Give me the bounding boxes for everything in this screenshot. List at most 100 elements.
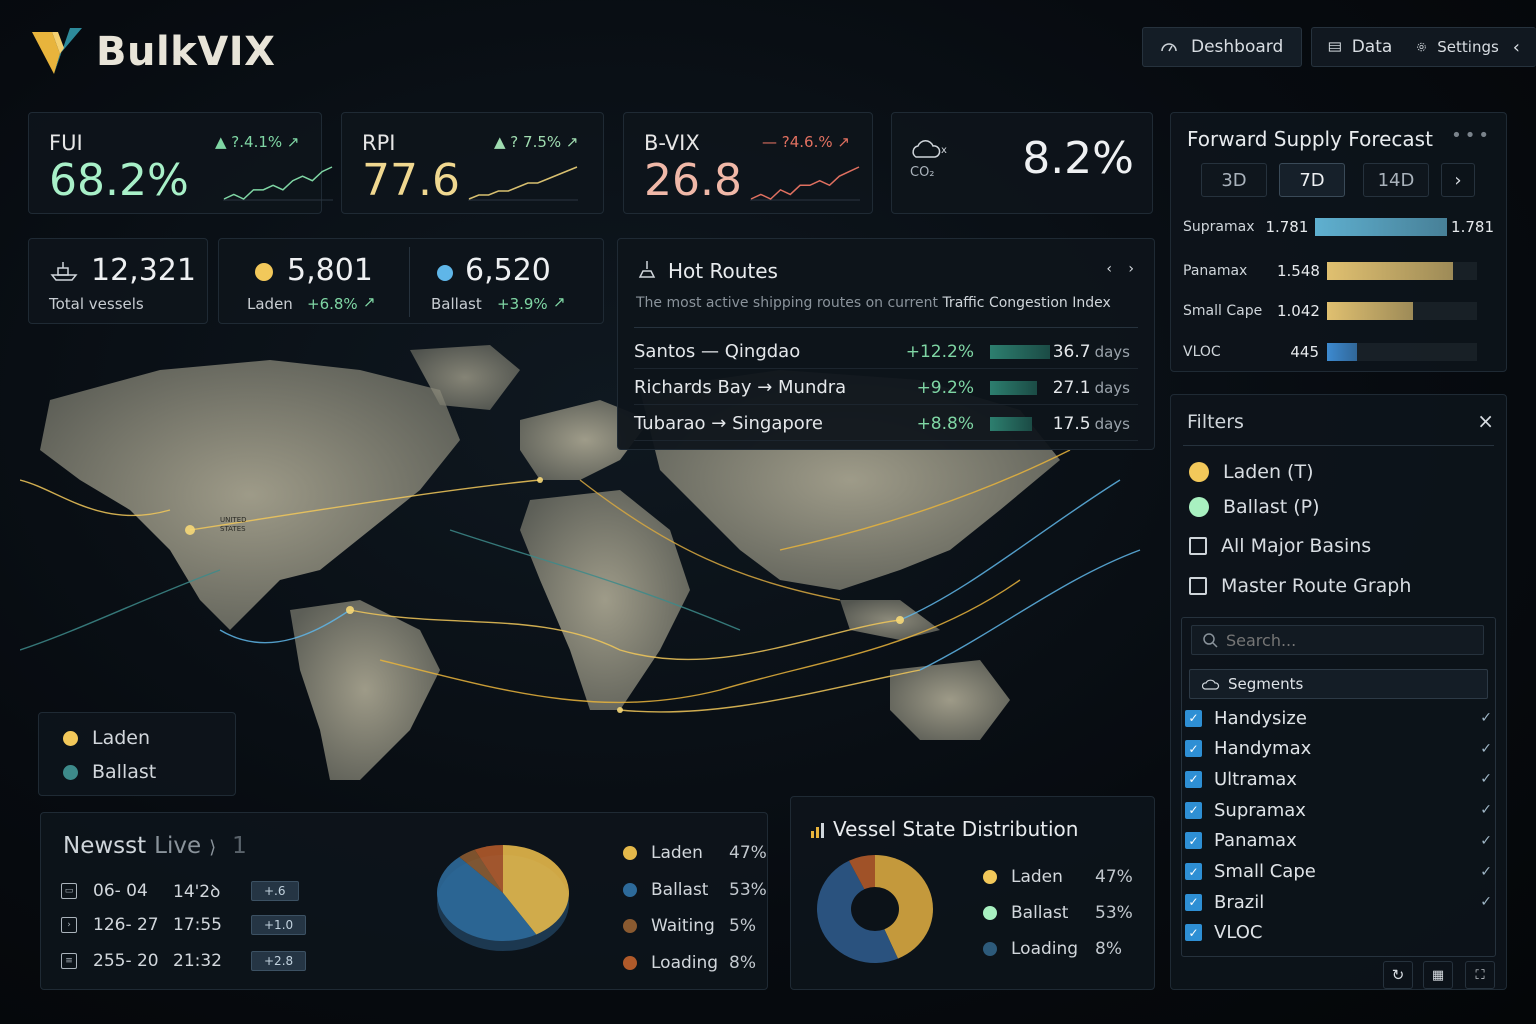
checkbox[interactable] xyxy=(1189,537,1207,555)
tab-7d[interactable]: 7D xyxy=(1279,163,1345,197)
segment-item[interactable]: ✓ Small Cape ✓ xyxy=(1185,859,1492,885)
segment-item[interactable]: ✓ Handymax ✓ xyxy=(1185,736,1492,762)
sparkline-line xyxy=(223,166,333,200)
metric-card-fui[interactable]: FUI 68.2% ▲ ?.4.1% ↗ xyxy=(28,112,333,214)
route-change: +9.2% xyxy=(916,377,974,398)
nav-dashboard-button[interactable]: Deshboard xyxy=(1142,27,1302,67)
segment-checkbox[interactable]: ✓ xyxy=(1185,832,1202,850)
forecast-value: 1.781 xyxy=(1265,218,1309,236)
total-vessels-value: 12,321 xyxy=(91,253,196,288)
news-item-icon: ≡ xyxy=(61,953,77,969)
news-date: 126- 27 xyxy=(93,915,159,935)
donut-legend-item[interactable]: Laden 47% xyxy=(983,867,1133,887)
route-row[interactable]: Santos — Qingdao +12.2% 36.7 days xyxy=(634,335,1138,369)
legend-pct: 47% xyxy=(1095,867,1133,887)
news-badge: +.6 xyxy=(251,880,299,901)
filter-master-route-graph[interactable]: Master Route Graph xyxy=(1189,575,1411,597)
metric-card-co2[interactable]: x CO₂ 8.2% xyxy=(891,112,1153,214)
nav-settings-label[interactable]: Settings xyxy=(1437,38,1499,56)
forecast-row[interactable]: VLOC 445 xyxy=(1183,340,1494,364)
news-row[interactable]: › 126- 27 17:55 +1.0 xyxy=(61,915,307,935)
filter-ballast[interactable]: Ballast (P) xyxy=(1189,496,1320,518)
segment-item[interactable]: ✓ Ultramax ✓ xyxy=(1185,766,1492,792)
pie-legend-item[interactable]: Ballast 53% xyxy=(623,880,767,900)
table-icon[interactable] xyxy=(1328,37,1342,57)
legend-dot xyxy=(983,906,997,920)
search-input[interactable] xyxy=(1226,630,1476,650)
map-legend-ballast[interactable]: Ballast xyxy=(63,761,156,783)
segment-item[interactable]: ✓ Handysize ✓ xyxy=(1185,705,1492,731)
donut-legend-item[interactable]: Loading 8% xyxy=(983,939,1122,959)
segment-checkbox[interactable]: ✓ xyxy=(1185,924,1202,942)
legend-pct: 8% xyxy=(1095,939,1122,959)
segment-label: Handymax xyxy=(1214,738,1312,760)
segment-checkbox[interactable]: ✓ xyxy=(1185,863,1202,880)
route-row[interactable]: Tubarao → Singapore +8.8% 17.5 days xyxy=(634,407,1138,441)
checkbox[interactable] xyxy=(1189,577,1207,595)
route-days-value: 36.7 xyxy=(1052,341,1091,362)
filter-all-major-basins[interactable]: All Major Basins xyxy=(1189,535,1371,557)
forecast-row[interactable]: Supramax 1.781 1.781 xyxy=(1183,215,1494,239)
metric-card-bvix[interactable]: B-VIX 26.8 — ?4.6.% ↗ xyxy=(623,112,873,214)
legend-label: Loading xyxy=(1011,939,1079,959)
fullscreen-button[interactable]: ⛶ xyxy=(1465,961,1495,989)
app-logo[interactable]: BulkVIX xyxy=(30,24,275,80)
route-bar xyxy=(990,380,1037,395)
segment-checkbox[interactable]: ✓ xyxy=(1185,893,1202,911)
metric-card-rpi[interactable]: RPI 77.6 ▲ ? 7.5% ↗ xyxy=(341,112,604,214)
pie-legend-item[interactable]: Laden 47% xyxy=(623,843,767,863)
segment-item[interactable]: ✓ Brazil ✓ xyxy=(1185,889,1492,915)
nav-data-label[interactable]: Data xyxy=(1352,37,1393,57)
segment-item[interactable]: ✓ Supramax ✓ xyxy=(1185,797,1492,823)
donut-legend-item[interactable]: Ballast 53% xyxy=(983,903,1133,923)
forecast-row[interactable]: Small Cape 1.042 xyxy=(1183,299,1494,323)
filter-laden[interactable]: Laden (T) xyxy=(1189,461,1314,483)
segment-checkbox[interactable]: ✓ xyxy=(1185,740,1202,758)
segment-item[interactable]: ✓ VLOC xyxy=(1185,920,1492,946)
total-vessels-card[interactable]: 12,321 Total vessels xyxy=(28,238,208,324)
hot-routes-subtitle: The most active shipping routes on curre… xyxy=(636,295,1111,311)
route-bar xyxy=(990,416,1032,431)
pie-legend-item[interactable]: Waiting 5% xyxy=(623,916,756,936)
ballast-dot xyxy=(63,764,78,780)
segments-header[interactable]: Segments xyxy=(1189,669,1488,699)
refresh-button[interactable]: ↻ xyxy=(1383,961,1413,989)
map-label-usa: UNITED STATES xyxy=(220,516,247,533)
grid-view-button[interactable]: ▦ xyxy=(1423,961,1453,989)
close-icon[interactable]: × xyxy=(1477,409,1494,433)
tab-14d[interactable]: 14D xyxy=(1363,163,1429,197)
bar-chart-icon xyxy=(811,823,824,838)
laden-ballast-card[interactable]: 5,801 Laden +6.8% ↗ 6,520 Ballast +3.9% … xyxy=(218,238,604,324)
gear-icon[interactable] xyxy=(1416,39,1427,55)
segment-item[interactable]: ✓ Panamax ✓ xyxy=(1185,828,1492,854)
forecast-title: Forward Supply Forecast xyxy=(1187,127,1433,151)
news-header[interactable]: Newsst Live ⟩ 1 xyxy=(63,833,247,859)
next-tab-button[interactable]: › xyxy=(1441,163,1475,197)
news-time: 21:32 xyxy=(173,951,222,971)
prev-arrow-icon[interactable]: ‹ xyxy=(1106,261,1112,277)
news-row[interactable]: ≡ 255- 20 21:32 +2.8 xyxy=(61,951,307,971)
tab-3d[interactable]: 3D xyxy=(1201,163,1267,197)
metric-value: 68.2% xyxy=(49,155,189,206)
route-row[interactable]: Richards Bay → Mundra +9.2% 27.1 days xyxy=(634,371,1138,405)
check-icon: ✓ xyxy=(1480,894,1492,911)
forecast-row[interactable]: Panamax 1.548 xyxy=(1183,259,1494,283)
donut-chart[interactable] xyxy=(815,853,945,983)
co2-label: CO₂ xyxy=(910,165,935,180)
more-options-icon[interactable]: ••• xyxy=(1451,125,1492,146)
nav-dashboard-label: Deshboard xyxy=(1191,37,1284,57)
next-arrow-icon[interactable]: › xyxy=(1128,261,1134,277)
pie-chart[interactable] xyxy=(433,837,573,957)
segment-checkbox[interactable]: ✓ xyxy=(1185,709,1202,727)
news-row[interactable]: ▭ 06- 04 14'2ꝺ +.6 xyxy=(61,879,299,902)
map-legend-laden[interactable]: Laden xyxy=(63,727,150,749)
segment-checkbox[interactable]: ✓ xyxy=(1185,770,1202,788)
gauge-icon xyxy=(1161,43,1177,52)
segment-checkbox[interactable]: ✓ xyxy=(1185,801,1202,819)
ballast-dot xyxy=(437,265,453,281)
pie-legend-item[interactable]: Loading 8% xyxy=(623,953,756,973)
total-vessels-label: Total vessels xyxy=(49,295,144,313)
search-box[interactable] xyxy=(1191,625,1484,655)
collapse-chevron-icon[interactable]: ‹ xyxy=(1513,37,1520,58)
nav-data-settings-group: Data Settings ‹ xyxy=(1311,27,1536,67)
